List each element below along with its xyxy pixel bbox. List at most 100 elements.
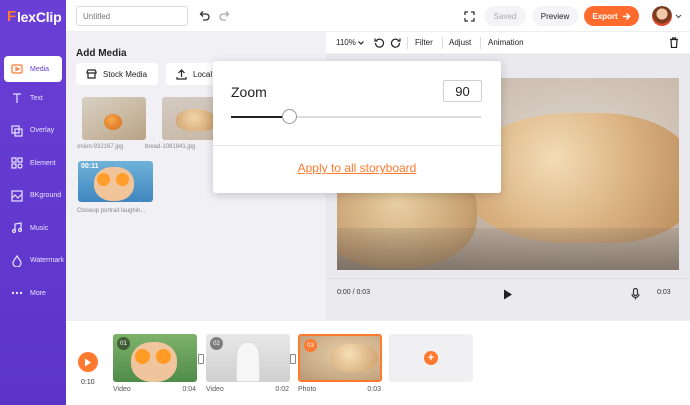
sidebar-item-label: Watermark bbox=[30, 257, 64, 264]
rotate-right-icon[interactable] bbox=[390, 37, 401, 50]
export-label: Export bbox=[592, 11, 618, 21]
add-clip-button[interactable]: + bbox=[389, 334, 473, 382]
zoom-value-input[interactable]: 90 bbox=[443, 80, 482, 102]
tab-label: Stock Media bbox=[103, 69, 148, 79]
flexclip-editor: FlexClip Media Text Overlay Element BKgr… bbox=[0, 0, 690, 405]
apply-to-all-link[interactable]: Apply to all storyboard bbox=[213, 161, 501, 175]
media-caption: Closeup portrait laughin... bbox=[77, 208, 146, 214]
duration-badge: 00:11 bbox=[81, 163, 99, 170]
sidebar-nav: Media Text Overlay Element BKground Musi… bbox=[0, 56, 66, 310]
sidebar-item-label: Music bbox=[30, 224, 49, 232]
tab-stock-media[interactable]: Stock Media bbox=[76, 63, 158, 85]
orange-slice-right bbox=[116, 173, 129, 186]
more-icon bbox=[10, 286, 24, 300]
media-caption: bread-1081841.jpg bbox=[145, 144, 196, 150]
onion-image bbox=[104, 114, 122, 130]
storyboard-timeline: 0:10 01 Video 0:04 02 Video 0:02 03 Phot… bbox=[66, 320, 690, 405]
sidebar-item-label: Text bbox=[30, 94, 43, 102]
sidebar-item-music[interactable]: Music bbox=[0, 212, 66, 244]
rotate-left-icon[interactable] bbox=[374, 37, 385, 50]
toolbar-divider bbox=[442, 37, 443, 49]
orange-slice-left bbox=[135, 349, 150, 364]
zoom-slider[interactable] bbox=[231, 109, 481, 124]
zoom-dropdown[interactable]: 110% bbox=[336, 38, 365, 47]
zoom-popup: Zoom 90 Apply to all storyboard bbox=[213, 61, 501, 193]
sidebar: FlexClip Media Text Overlay Element BKgr… bbox=[0, 0, 66, 405]
transition-icon[interactable] bbox=[198, 354, 204, 364]
clip-bread-image bbox=[330, 344, 378, 372]
watermark-icon bbox=[10, 254, 24, 268]
redo-icon[interactable] bbox=[218, 9, 232, 23]
current-time: 0:00 / 0:03 bbox=[337, 289, 371, 296]
clip-number: 02 bbox=[210, 337, 223, 350]
panel-title: Add Media bbox=[76, 48, 127, 59]
project-title-input[interactable] bbox=[76, 6, 188, 26]
trash-icon[interactable] bbox=[669, 37, 679, 50]
media-caption: onion-932167.jpg bbox=[77, 144, 124, 150]
saved-button[interactable]: Saved bbox=[484, 6, 526, 26]
flexclip-logo: FlexClip bbox=[7, 8, 62, 25]
zoom-slider-handle[interactable] bbox=[281, 109, 297, 124]
sidebar-item-label: Overlay bbox=[30, 127, 55, 134]
zoom-slider-fill bbox=[231, 116, 289, 118]
sidebar-item-media[interactable]: Media bbox=[4, 56, 62, 82]
sidebar-item-element[interactable]: Element bbox=[0, 147, 66, 179]
media-thumb-onion[interactable] bbox=[82, 97, 146, 140]
bread-image bbox=[176, 109, 216, 131]
sidebar-item-bkground[interactable]: BKground bbox=[0, 180, 66, 212]
play-icon[interactable] bbox=[503, 287, 513, 305]
animation-button[interactable]: Animation bbox=[488, 38, 524, 47]
store-icon bbox=[86, 69, 97, 79]
brand-initial: F bbox=[7, 8, 16, 25]
music-icon bbox=[10, 221, 24, 235]
clip-type: Video bbox=[206, 386, 224, 393]
transition-icon[interactable] bbox=[290, 354, 296, 364]
popup-divider bbox=[213, 145, 501, 146]
clip-duration: 0:03 bbox=[367, 386, 381, 393]
zoom-level: 110% bbox=[336, 38, 356, 47]
timeline-clip-1[interactable]: 01 bbox=[113, 334, 197, 382]
filter-button[interactable]: Filter bbox=[415, 38, 433, 47]
clip-number: 03 bbox=[304, 339, 317, 352]
clip-duration: 0:02 bbox=[275, 386, 289, 393]
undo-icon[interactable] bbox=[197, 9, 211, 23]
text-icon bbox=[10, 91, 24, 105]
media-thumb-portrait[interactable]: 00:11 bbox=[78, 161, 153, 202]
user-menu[interactable] bbox=[652, 5, 684, 27]
clip-number: 01 bbox=[117, 337, 130, 350]
play-icon bbox=[84, 358, 92, 367]
adjust-button[interactable]: Adjust bbox=[449, 38, 471, 47]
sidebar-item-text[interactable]: Text bbox=[0, 82, 66, 114]
chevron-down-icon bbox=[358, 38, 365, 47]
editor-toolbar: 110% Filter Adjust Animation bbox=[326, 32, 690, 54]
sidebar-item-more[interactable]: More bbox=[0, 277, 66, 309]
total-time: 0:10 bbox=[81, 379, 95, 386]
avatar bbox=[652, 6, 672, 26]
toolbar-divider bbox=[407, 37, 408, 49]
microphone-icon[interactable] bbox=[631, 287, 640, 305]
overlay-icon bbox=[10, 124, 24, 138]
fullscreen-icon[interactable] bbox=[462, 9, 476, 23]
sidebar-item-label: More bbox=[30, 289, 46, 297]
top-bar: Saved Preview Export bbox=[66, 0, 690, 32]
orange-slice-right bbox=[156, 349, 171, 364]
media-icon bbox=[10, 62, 24, 76]
clip-type: Photo bbox=[298, 386, 317, 393]
timeline-clip-2[interactable]: 02 bbox=[206, 334, 290, 382]
arrow-right-icon bbox=[622, 12, 631, 21]
orange-slice-left bbox=[97, 173, 110, 186]
element-icon bbox=[10, 156, 24, 170]
zoom-label: Zoom bbox=[231, 84, 267, 100]
export-button[interactable]: Export bbox=[584, 6, 639, 26]
table-cloth-image bbox=[337, 228, 679, 270]
timeline-play-button[interactable] bbox=[78, 352, 98, 372]
end-time: 0:03 bbox=[657, 289, 671, 296]
clip-duration: 0:04 bbox=[182, 386, 196, 393]
sidebar-item-label: Media bbox=[30, 65, 50, 73]
toolbar-divider bbox=[480, 37, 481, 49]
playback-bar: 0:00 / 0:03 0:03 bbox=[326, 278, 690, 320]
sidebar-item-overlay[interactable]: Overlay bbox=[0, 115, 66, 147]
timeline-clip-3[interactable]: 03 bbox=[298, 334, 382, 382]
preview-button[interactable]: Preview bbox=[532, 6, 578, 26]
sidebar-item-watermark[interactable]: Watermark bbox=[0, 245, 66, 277]
